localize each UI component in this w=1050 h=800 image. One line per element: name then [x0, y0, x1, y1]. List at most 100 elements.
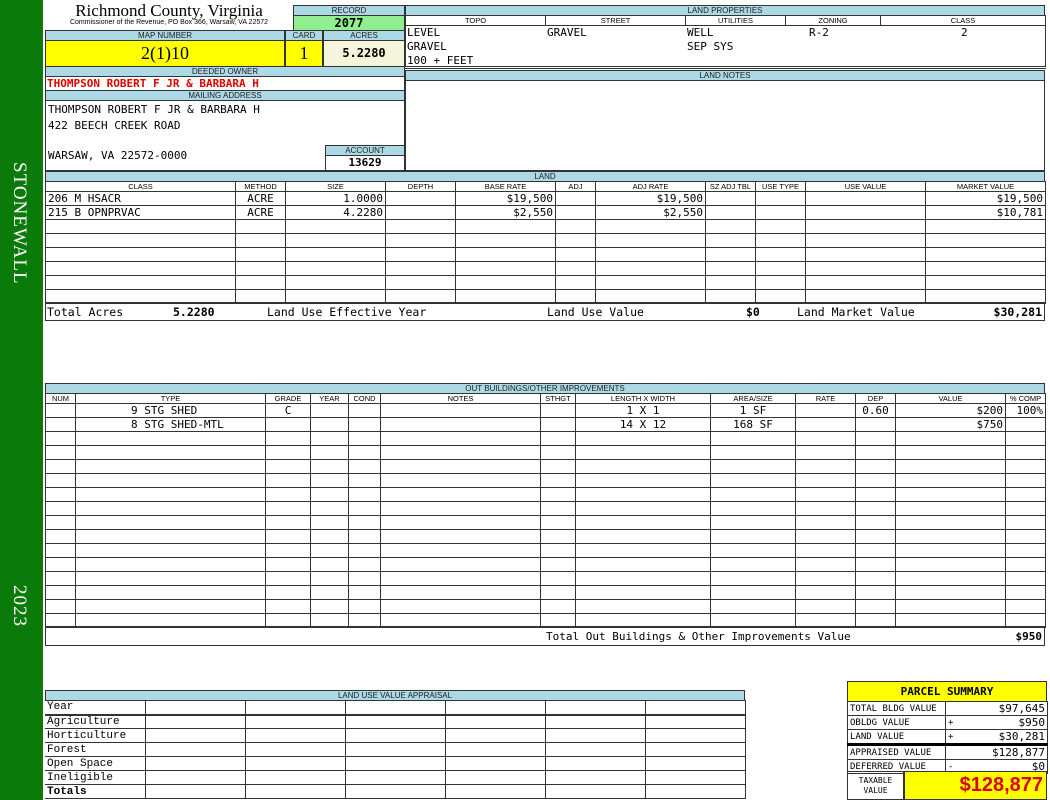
- table-cell: [385, 191, 456, 206]
- land-use-row: Totals: [45, 784, 746, 799]
- table-cell: [285, 219, 386, 234]
- land-use-cell: [244, 700, 346, 716]
- table-cell: [855, 543, 896, 558]
- table-cell: [710, 445, 796, 460]
- table-cell: [575, 501, 711, 516]
- table-cell: 206 M HSACR: [45, 191, 236, 206]
- table-cell: [895, 571, 1006, 586]
- table-cell: [310, 529, 349, 544]
- deeded-owner: THOMPSON ROBERT F JR & BARBARA H: [45, 76, 405, 91]
- table-cell: [265, 459, 311, 474]
- summary-row: LAND VALUE + $30,281: [847, 729, 1048, 746]
- column-header: METHOD: [235, 181, 286, 192]
- col-street: STREET: [545, 15, 686, 26]
- table-cell: [895, 585, 1006, 600]
- summary-value: $950: [959, 715, 1048, 730]
- table-row: [45, 261, 1046, 276]
- land-use-cell: [444, 756, 546, 771]
- column-header: STHGT: [540, 393, 576, 404]
- table-cell: [795, 459, 856, 474]
- table-cell: [855, 459, 896, 474]
- table-cell: [75, 459, 266, 474]
- table-cell: 8 STG SHED-MTL: [75, 417, 266, 432]
- column-header: RATE: [795, 393, 856, 404]
- table-cell: [1005, 501, 1046, 516]
- table-cell: [455, 247, 556, 262]
- table-cell: [310, 487, 349, 502]
- table-cell: [895, 599, 1006, 614]
- column-header: USE VALUE: [805, 181, 926, 192]
- table-cell: [45, 403, 76, 418]
- land-use-value-label: Land Use Value: [547, 305, 644, 319]
- table-cell: 168 SF: [710, 417, 796, 432]
- table-row: [45, 473, 1046, 488]
- land-use-cell: [144, 700, 246, 716]
- table-cell: [575, 557, 711, 572]
- table-cell: [540, 543, 576, 558]
- column-header: NOTES: [380, 393, 541, 404]
- table-cell: 14 X 12: [575, 417, 711, 432]
- table-cell: [555, 233, 596, 248]
- column-header: DEPTH: [385, 181, 456, 192]
- county-title: Richmond County, Virginia: [75, 1, 263, 20]
- column-header: BASE RATE: [455, 181, 556, 192]
- table-cell: [380, 445, 541, 460]
- table-cell: [705, 219, 756, 234]
- card-number: 1: [285, 40, 323, 67]
- table-cell: [348, 431, 381, 446]
- table-cell: [265, 487, 311, 502]
- table-cell: [75, 599, 266, 614]
- table-cell: [348, 585, 381, 600]
- land-use-cell: [144, 742, 246, 757]
- class-value: 2: [961, 26, 968, 40]
- table-cell: [575, 571, 711, 586]
- table-cell: [235, 233, 286, 248]
- table-cell: [555, 261, 596, 276]
- table-cell: 0.60: [855, 403, 896, 418]
- table-cell: [540, 515, 576, 530]
- land-use-cell: [144, 770, 246, 785]
- table-cell: 1 X 1: [575, 403, 711, 418]
- land-use-row-label: Agriculture: [45, 714, 146, 729]
- table-cell: [310, 431, 349, 446]
- table-cell: $19,500: [595, 191, 706, 206]
- table-cell: [380, 403, 541, 418]
- table-cell: [895, 529, 1006, 544]
- table-cell: [540, 599, 576, 614]
- parcel-summary-title: PARCEL SUMMARY: [847, 681, 1047, 702]
- table-cell: [75, 445, 266, 460]
- table-cell: [755, 233, 806, 248]
- table-cell: [1005, 487, 1046, 502]
- land-use-cell: [344, 700, 446, 716]
- table-cell: [348, 473, 381, 488]
- table-cell: [895, 487, 1006, 502]
- table-cell: [265, 557, 311, 572]
- table-cell: [380, 501, 541, 516]
- table-cell: [795, 571, 856, 586]
- table-cell: 1 SF: [710, 403, 796, 418]
- table-cell: [710, 501, 796, 516]
- table-cell: 215 B OPNPRVAC: [45, 205, 236, 220]
- table-cell: [348, 515, 381, 530]
- table-cell: [540, 445, 576, 460]
- col-zoning: ZONING: [785, 15, 881, 26]
- table-cell: $2,550: [595, 205, 706, 220]
- table-cell: [540, 529, 576, 544]
- table-cell: [805, 247, 926, 262]
- land-use-cell: [444, 742, 546, 757]
- land-use-cell: [644, 742, 746, 757]
- table-cell: [925, 219, 1046, 234]
- table-cell: [795, 445, 856, 460]
- taxable-label: TAXABLE VALUE: [847, 771, 904, 800]
- table-cell: [1005, 459, 1046, 474]
- col-topo: TOPO: [405, 15, 546, 26]
- table-cell: [575, 473, 711, 488]
- summary-value: $97,645: [959, 701, 1048, 716]
- table-cell: $200: [895, 403, 1006, 418]
- table-cell: [895, 515, 1006, 530]
- land-use-cell: [344, 770, 446, 785]
- table-cell: [710, 529, 796, 544]
- land-use-row-label: Open Space: [45, 756, 146, 771]
- table-cell: 1.0000: [285, 191, 386, 206]
- table-cell: [710, 571, 796, 586]
